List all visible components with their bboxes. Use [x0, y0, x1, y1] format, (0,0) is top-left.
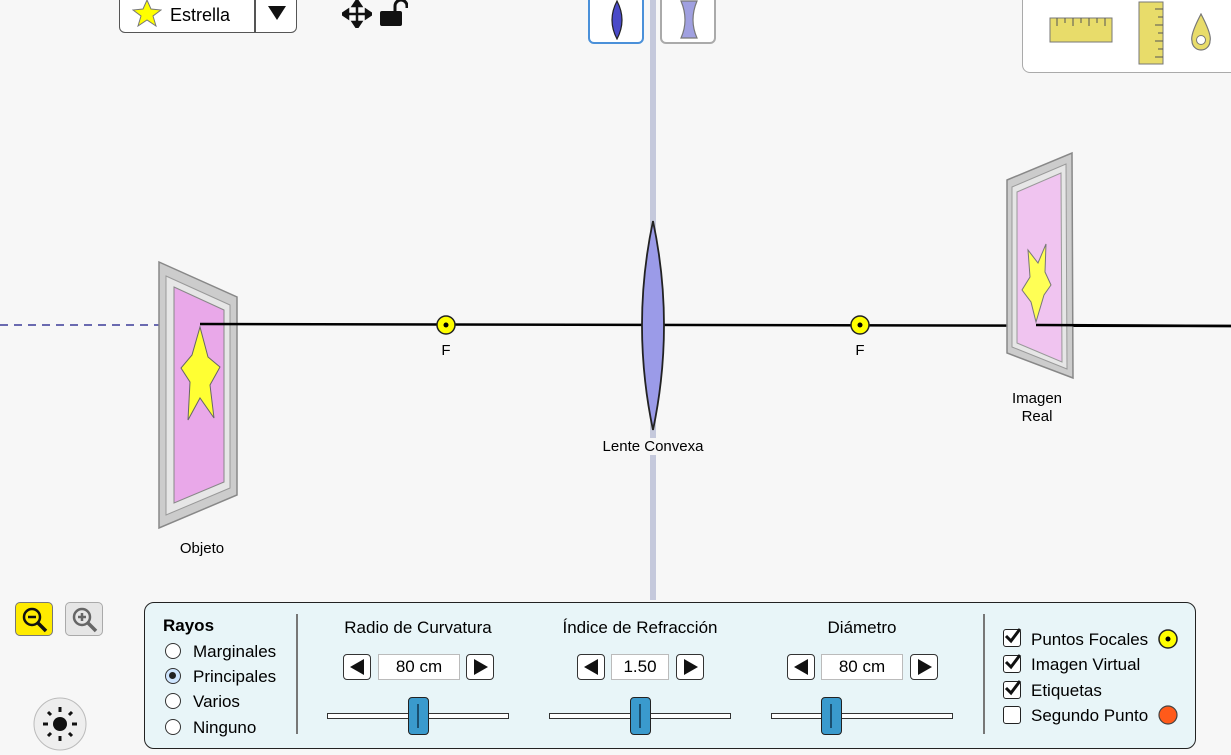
checkbox-labels[interactable]: [1003, 680, 1022, 699]
radio-label-principales[interactable]: Principales: [193, 667, 276, 687]
checkbox-second-point[interactable]: [1003, 706, 1021, 724]
diameter-value[interactable]: 80 cm: [821, 654, 903, 680]
concave-lens-button[interactable]: [660, 0, 716, 44]
radio-label-ninguno[interactable]: Ninguno: [193, 718, 256, 738]
right-arrow-icon: [684, 659, 698, 675]
zoom-in-icon: [72, 607, 98, 633]
checkbox-focal-points[interactable]: [1003, 628, 1022, 647]
image-label: Imagen Real: [997, 390, 1077, 426]
radius-increment-button[interactable]: [466, 654, 494, 680]
light-probe-icon[interactable]: [1188, 13, 1214, 51]
zoom-out-icon: [22, 607, 48, 633]
object-screen: [158, 260, 238, 530]
radius-slider-thumb[interactable]: [408, 697, 429, 735]
checkbox-label-virtual-image[interactable]: Imagen Virtual: [1031, 655, 1140, 675]
radio-varios[interactable]: [165, 693, 181, 709]
radio-label-varios[interactable]: Varios: [193, 692, 240, 712]
radius-value[interactable]: 80 cm: [378, 654, 460, 680]
dropdown-arrow-icon[interactable]: [267, 5, 287, 21]
radio-marginales[interactable]: [165, 643, 181, 659]
left-arrow-icon: [584, 659, 598, 675]
convex-lens-icon: [611, 0, 623, 40]
diameter-slider-thumb[interactable]: [821, 697, 842, 735]
concave-lens-icon: [680, 0, 698, 39]
brightness-button[interactable]: [32, 696, 88, 752]
move-icon[interactable]: [342, 0, 372, 28]
left-arrow-icon: [350, 659, 364, 675]
radius-title: Radio de Curvatura: [344, 618, 492, 637]
checkbox-label-second-point[interactable]: Segundo Punto: [1031, 706, 1148, 726]
left-arrow-icon: [794, 659, 808, 675]
diameter-slider-track[interactable]: [771, 713, 953, 719]
radio-label-marginales[interactable]: Marginales: [193, 642, 276, 662]
panel-divider: [296, 614, 298, 734]
radius-decrement-button[interactable]: [343, 654, 371, 680]
radio-principales[interactable]: [165, 668, 181, 684]
panel-divider: [983, 614, 985, 734]
image-label-line1: Imagen: [1011, 390, 1063, 407]
index-value[interactable]: 1.50: [611, 654, 669, 680]
zoom-out-button[interactable]: [15, 602, 53, 636]
index-title: Índice de Refracción: [562, 618, 718, 637]
index-increment-button[interactable]: [676, 654, 704, 680]
ruler-horizontal-icon[interactable]: [1049, 17, 1113, 43]
checkbox-label-focal-points[interactable]: Puntos Focales: [1031, 630, 1148, 650]
star-icon: [132, 0, 162, 27]
convex-lens-button[interactable]: [588, 0, 644, 44]
object-dropdown-label: Estrella: [170, 5, 231, 25]
image-label-line2: Real: [1021, 408, 1053, 425]
unlock-icon[interactable]: [378, 0, 408, 28]
focal-label-left: F: [441, 342, 451, 359]
checkmark-icon: [1004, 628, 1022, 644]
checkbox-label-labels[interactable]: Etiquetas: [1031, 681, 1102, 701]
radio-ninguno[interactable]: [165, 719, 181, 735]
zoom-in-button[interactable]: [65, 602, 103, 636]
rays-title: Rayos: [163, 616, 215, 635]
lens-label: Lente Convexa: [583, 438, 723, 455]
convex-lens: [641, 220, 665, 431]
right-arrow-icon: [918, 659, 932, 675]
index-slider-thumb[interactable]: [630, 697, 651, 735]
right-arrow-icon: [474, 659, 488, 675]
diameter-increment-button[interactable]: [910, 654, 938, 680]
checkmark-icon: [1004, 654, 1022, 670]
second-point-icon: [1158, 705, 1178, 725]
focal-point-icon: [1158, 629, 1178, 649]
diameter-title: Diámetro: [827, 618, 897, 637]
tools-panel: [1022, 0, 1231, 73]
optics-scene: [0, 0, 1231, 600]
checkbox-virtual-image[interactable]: [1003, 654, 1022, 673]
object-dropdown[interactable]: Estrella: [119, 0, 297, 33]
image-screen: [1006, 151, 1074, 380]
object-label: Objeto: [179, 540, 225, 557]
focal-label-right: F: [855, 342, 865, 359]
checkmark-icon: [1004, 680, 1022, 696]
index-decrement-button[interactable]: [577, 654, 605, 680]
ruler-vertical-icon[interactable]: [1138, 1, 1164, 65]
diameter-decrement-button[interactable]: [787, 654, 815, 680]
